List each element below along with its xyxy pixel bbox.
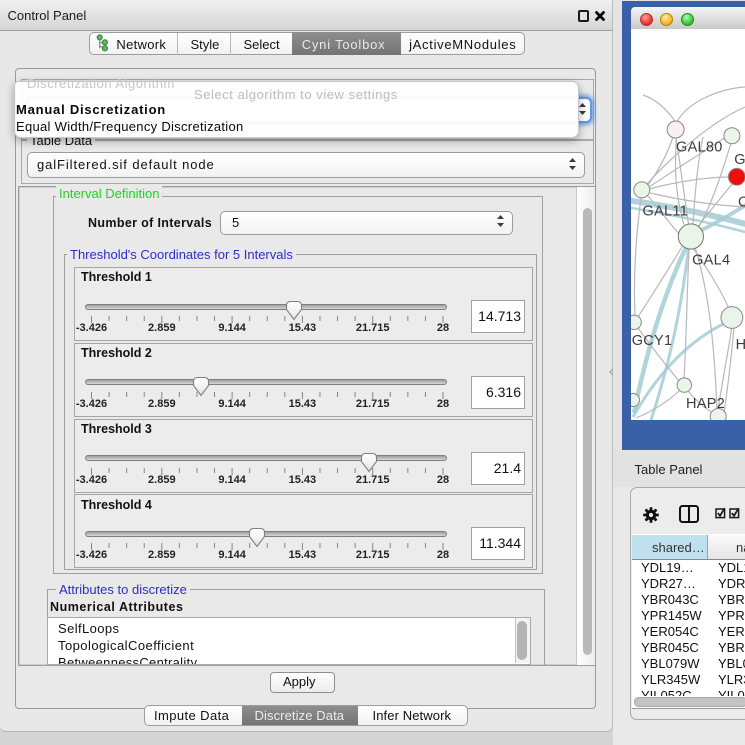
svg-text:GAL11: GAL11 <box>643 204 689 220</box>
svg-text:GAL80: GAL80 <box>676 140 723 156</box>
svg-text:HAP2: HAP2 <box>686 396 725 412</box>
svg-text:GAL4: GAL4 <box>692 252 730 268</box>
svg-text:CY: CY <box>738 194 745 210</box>
svg-text:GA: GA <box>734 152 745 168</box>
svg-text:GCY1: GCY1 <box>632 333 673 349</box>
svg-text:HI: HI <box>736 337 745 353</box>
